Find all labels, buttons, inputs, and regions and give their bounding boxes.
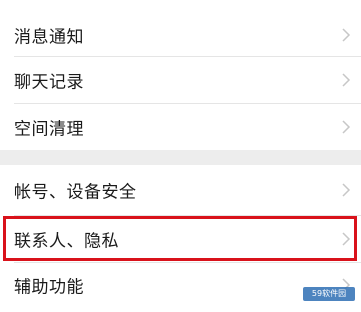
settings-item-label: 空间清理	[14, 119, 84, 140]
chevron-right-icon	[342, 232, 351, 246]
watermark-logo: 59软件园	[303, 287, 355, 301]
settings-item-label: 聊天记录	[14, 72, 84, 93]
settings-group-general: 消息通知 聊天记录 空间清理	[0, 0, 361, 150]
settings-item-contacts-privacy[interactable]: 联系人、隐私	[0, 216, 361, 262]
chevron-right-icon	[342, 28, 351, 42]
chevron-right-icon	[342, 183, 351, 197]
settings-item-chat-history[interactable]: 聊天记录	[0, 57, 361, 103]
chevron-right-icon	[342, 73, 351, 87]
settings-item-label: 帐号、设备安全	[14, 182, 137, 203]
settings-item-label: 消息通知	[14, 27, 84, 48]
settings-item-label: 联系人、隐私	[14, 231, 119, 252]
settings-item-notifications[interactable]: 消息通知	[0, 12, 361, 58]
settings-item-storage[interactable]: 空间清理	[0, 104, 361, 150]
chevron-right-icon	[342, 120, 351, 134]
settings-item-accessibility[interactable]: 辅助功能	[0, 262, 361, 308]
settings-item-account-security[interactable]: 帐号、设备安全	[0, 167, 361, 213]
settings-item-label: 辅助功能	[14, 277, 84, 298]
